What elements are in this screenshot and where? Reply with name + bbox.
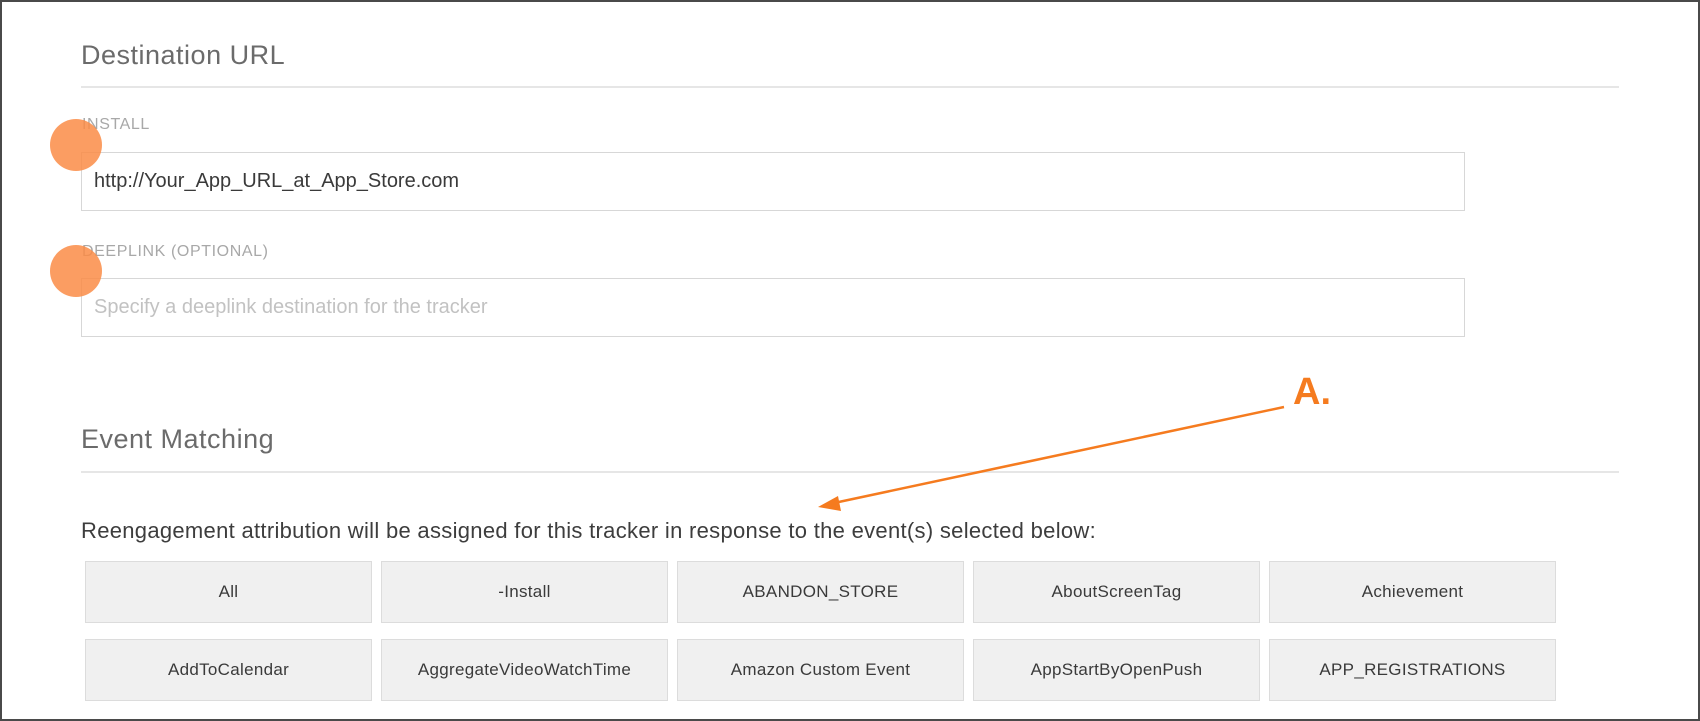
callout-label: A. [1293, 371, 1331, 413]
callout-arrow-icon [818, 405, 1285, 511]
